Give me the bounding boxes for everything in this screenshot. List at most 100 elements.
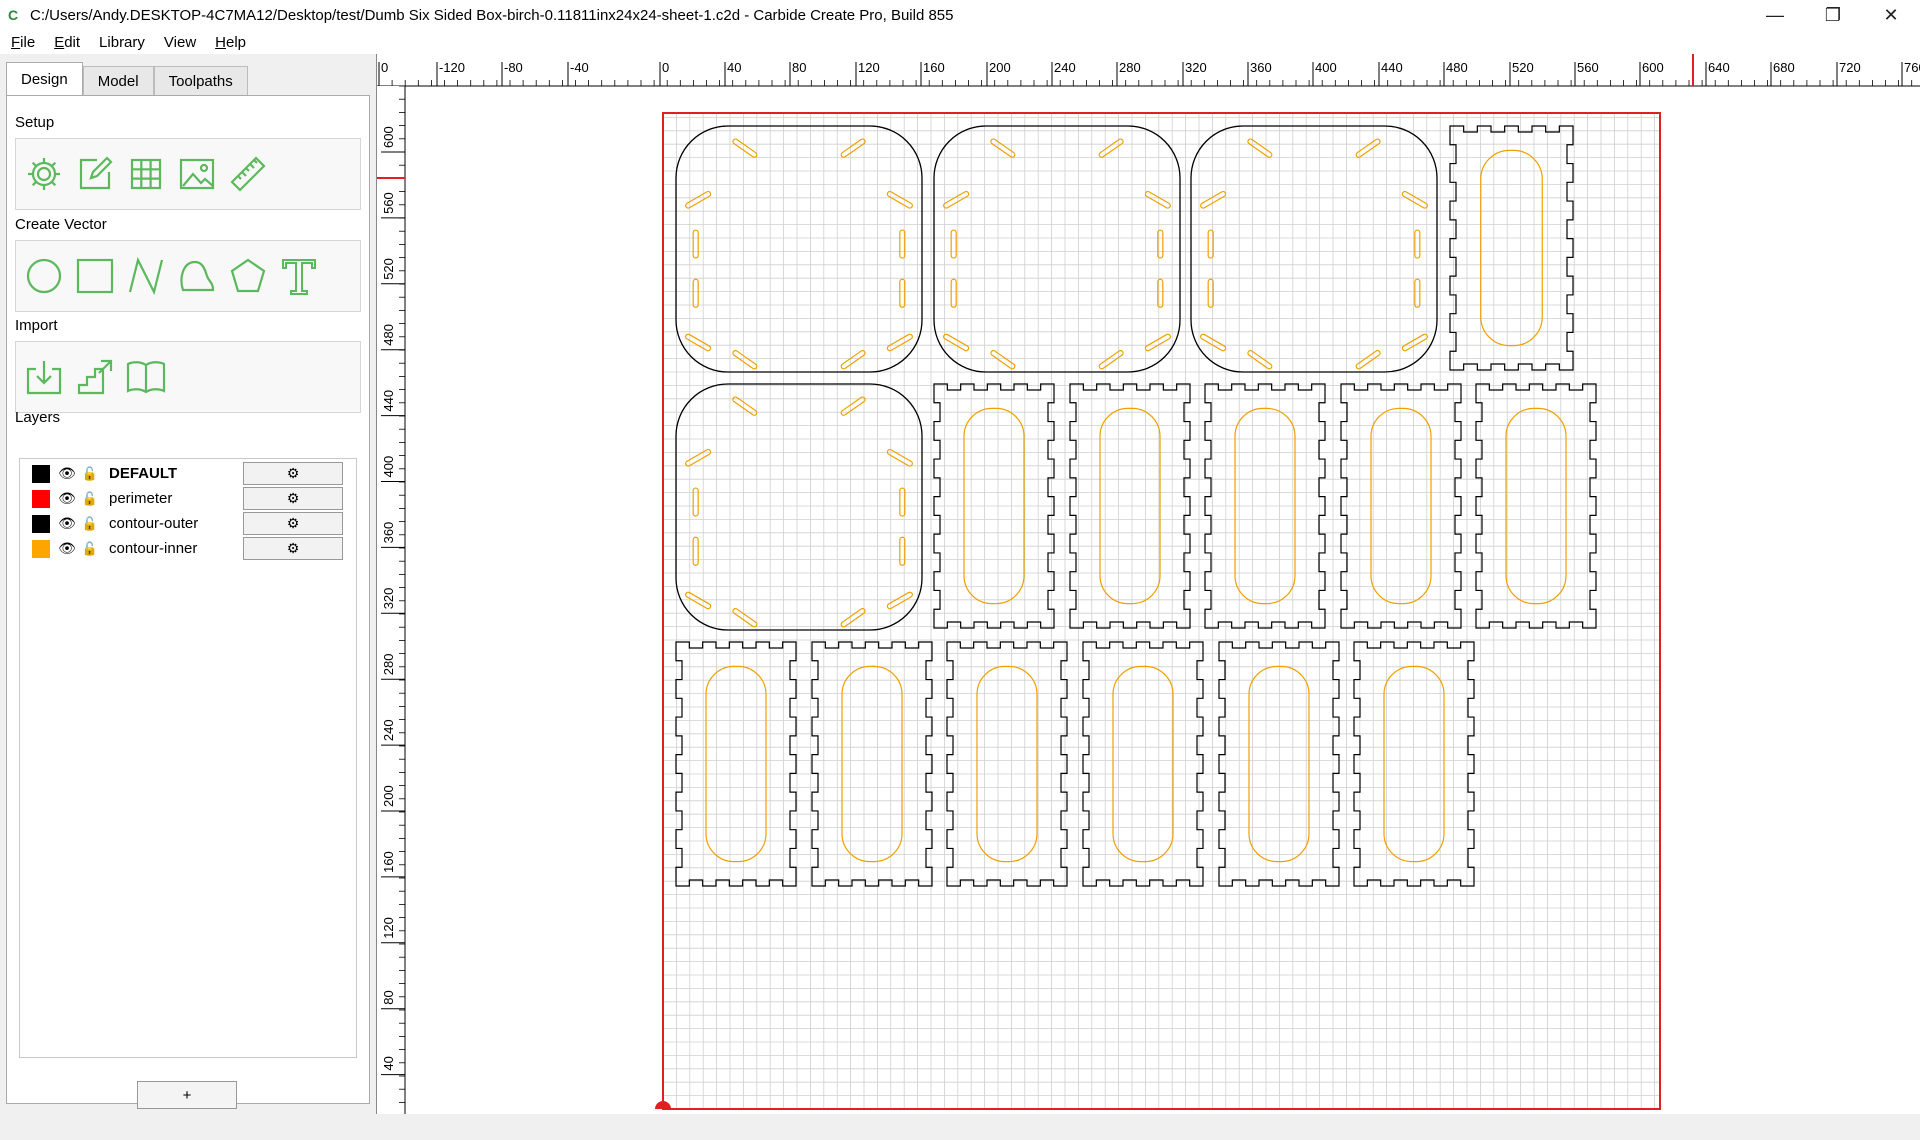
ruler-label: 120 bbox=[381, 917, 396, 939]
side-cutout bbox=[976, 665, 1038, 863]
menu-edit[interactable]: Edit bbox=[43, 34, 88, 51]
menu-file[interactable]: File bbox=[0, 34, 43, 51]
setup-label: Setup bbox=[15, 114, 55, 131]
eye-icon[interactable]: 👁 bbox=[57, 490, 77, 507]
circle-tool[interactable] bbox=[22, 254, 66, 298]
ruler-label: 240 bbox=[1054, 60, 1076, 75]
ruler-label: 40 bbox=[727, 60, 741, 75]
layer-settings-button[interactable]: ⚙ bbox=[243, 462, 343, 485]
ruler-label: 760 bbox=[1904, 60, 1920, 75]
eye-icon[interactable]: 👁 bbox=[57, 540, 77, 557]
menu-help[interactable]: Help bbox=[204, 34, 254, 51]
minimize-button[interactable]: — bbox=[1746, 0, 1804, 30]
tab-toolpaths[interactable]: Toolpaths bbox=[153, 66, 248, 96]
lid-slot bbox=[685, 190, 712, 209]
menu-bar: File Edit Library View Help bbox=[0, 30, 1920, 54]
gear-icon: ⚙ bbox=[286, 465, 300, 481]
layer-settings-button[interactable]: ⚙ bbox=[243, 537, 343, 560]
lid-slot bbox=[1355, 138, 1381, 158]
rectangle-tool[interactable] bbox=[73, 254, 117, 298]
edit-document-button[interactable] bbox=[73, 152, 117, 196]
app-icon: C bbox=[8, 7, 19, 23]
layer-settings-button[interactable]: ⚙ bbox=[243, 487, 343, 510]
lock-icon[interactable]: 🔓 bbox=[81, 516, 99, 532]
text-tool[interactable] bbox=[277, 254, 321, 298]
lid-slot bbox=[1098, 350, 1124, 370]
polygon-tool[interactable] bbox=[226, 254, 270, 298]
side-panel bbox=[811, 641, 933, 887]
import-toolbox bbox=[15, 341, 361, 413]
layer-name: contour-outer bbox=[109, 515, 199, 532]
gear-icon: ⚙ bbox=[286, 540, 300, 556]
lid-slot bbox=[1144, 190, 1171, 209]
import-stl-button[interactable] bbox=[73, 355, 117, 399]
layer-color-swatch[interactable] bbox=[32, 539, 50, 558]
polyline-tool[interactable] bbox=[124, 254, 168, 298]
canvas-grid bbox=[662, 113, 1660, 1110]
side-panel bbox=[1449, 125, 1574, 371]
lid-slot bbox=[732, 350, 758, 370]
layer-name: contour-inner bbox=[109, 540, 198, 557]
eye-icon[interactable]: 👁 bbox=[57, 465, 77, 482]
ruler-label: 280 bbox=[1119, 60, 1141, 75]
design-pane: Setup Create Vector Import Layers 👁 🔓 DE… bbox=[6, 95, 370, 1104]
ruler-label: 600 bbox=[381, 126, 396, 148]
ruler-label: 320 bbox=[381, 588, 396, 610]
gear-icon bbox=[28, 158, 60, 190]
layer-color-swatch[interactable] bbox=[32, 464, 50, 483]
image-button[interactable] bbox=[175, 152, 219, 196]
lid-slot bbox=[1414, 229, 1421, 259]
layer-color-swatch[interactable] bbox=[32, 514, 50, 533]
library-button[interactable] bbox=[124, 355, 168, 399]
origin-marker bbox=[655, 1101, 671, 1109]
design-canvas[interactable]: 0 -120 -80 -40 0 40 80 120 160 200 240 280 320 360 400… bbox=[376, 54, 1920, 1114]
ruler-label: 120 bbox=[858, 60, 880, 75]
grid-icon bbox=[130, 158, 162, 190]
stock-perimeter bbox=[662, 112, 1661, 1110]
side-cutout bbox=[1112, 665, 1174, 863]
circle-icon bbox=[26, 258, 62, 294]
ruler-label: 440 bbox=[1381, 60, 1403, 75]
lock-icon[interactable]: 🔓 bbox=[81, 466, 99, 482]
close-button[interactable]: ✕ bbox=[1862, 0, 1920, 30]
job-setup-button[interactable] bbox=[22, 152, 66, 196]
lid-slot bbox=[990, 350, 1016, 370]
lid-slot bbox=[1200, 333, 1227, 352]
ruler-icon bbox=[230, 156, 266, 192]
menu-library[interactable]: Library bbox=[88, 34, 153, 51]
tab-model[interactable]: Model bbox=[82, 66, 154, 96]
lock-icon[interactable]: 🔓 bbox=[81, 491, 99, 507]
left-panel: Design Model Toolpaths Setup Create Vect… bbox=[6, 62, 370, 1109]
layer-row-perimeter[interactable]: 👁 🔓 perimeter ⚙ bbox=[20, 486, 356, 511]
add-layer-button[interactable]: + bbox=[137, 1081, 237, 1109]
ruler-button[interactable] bbox=[226, 152, 270, 196]
ruler-label: 240 bbox=[381, 719, 396, 741]
lid-panel bbox=[675, 125, 923, 373]
ruler-label: 160 bbox=[923, 60, 945, 75]
layer-color-swatch[interactable] bbox=[32, 489, 50, 508]
restore-button[interactable]: ❐ bbox=[1804, 0, 1862, 30]
lid-slot bbox=[1247, 350, 1273, 370]
curve-tool[interactable] bbox=[175, 254, 219, 298]
ruler-label: 560 bbox=[381, 192, 396, 214]
menu-view[interactable]: View bbox=[153, 34, 204, 51]
layer-settings-button[interactable]: ⚙ bbox=[243, 512, 343, 535]
ruler-label: 720 bbox=[1839, 60, 1861, 75]
gear-icon: ⚙ bbox=[286, 490, 300, 506]
side-panel bbox=[1353, 641, 1475, 887]
eye-icon[interactable]: 👁 bbox=[57, 515, 77, 532]
tab-design[interactable]: Design bbox=[6, 62, 83, 96]
layer-row-contour-outer[interactable]: 👁 🔓 contour-outer ⚙ bbox=[20, 511, 356, 536]
lock-icon[interactable]: 🔓 bbox=[81, 541, 99, 557]
import-vectors-button[interactable] bbox=[22, 355, 66, 399]
ruler-label: 40 bbox=[381, 1056, 396, 1070]
ruler-label: 200 bbox=[989, 60, 1011, 75]
layer-row-default[interactable]: 👁 🔓 DEFAULT ⚙ bbox=[20, 461, 356, 486]
lid-slot bbox=[1200, 190, 1227, 209]
grid-button[interactable] bbox=[124, 152, 168, 196]
create-vector-label: Create Vector bbox=[15, 216, 107, 233]
canvas-svg[interactable]: 0 -120 -80 -40 0 40 80 120 160 200 240 280 320 360 400… bbox=[377, 54, 1920, 1114]
ruler-label: 400 bbox=[1315, 60, 1337, 75]
title-bar: C C:/Users/Andy.DESKTOP-4C7MA12/Desktop/… bbox=[0, 0, 1920, 30]
layer-row-contour-inner[interactable]: 👁 🔓 contour-inner ⚙ bbox=[20, 536, 356, 561]
